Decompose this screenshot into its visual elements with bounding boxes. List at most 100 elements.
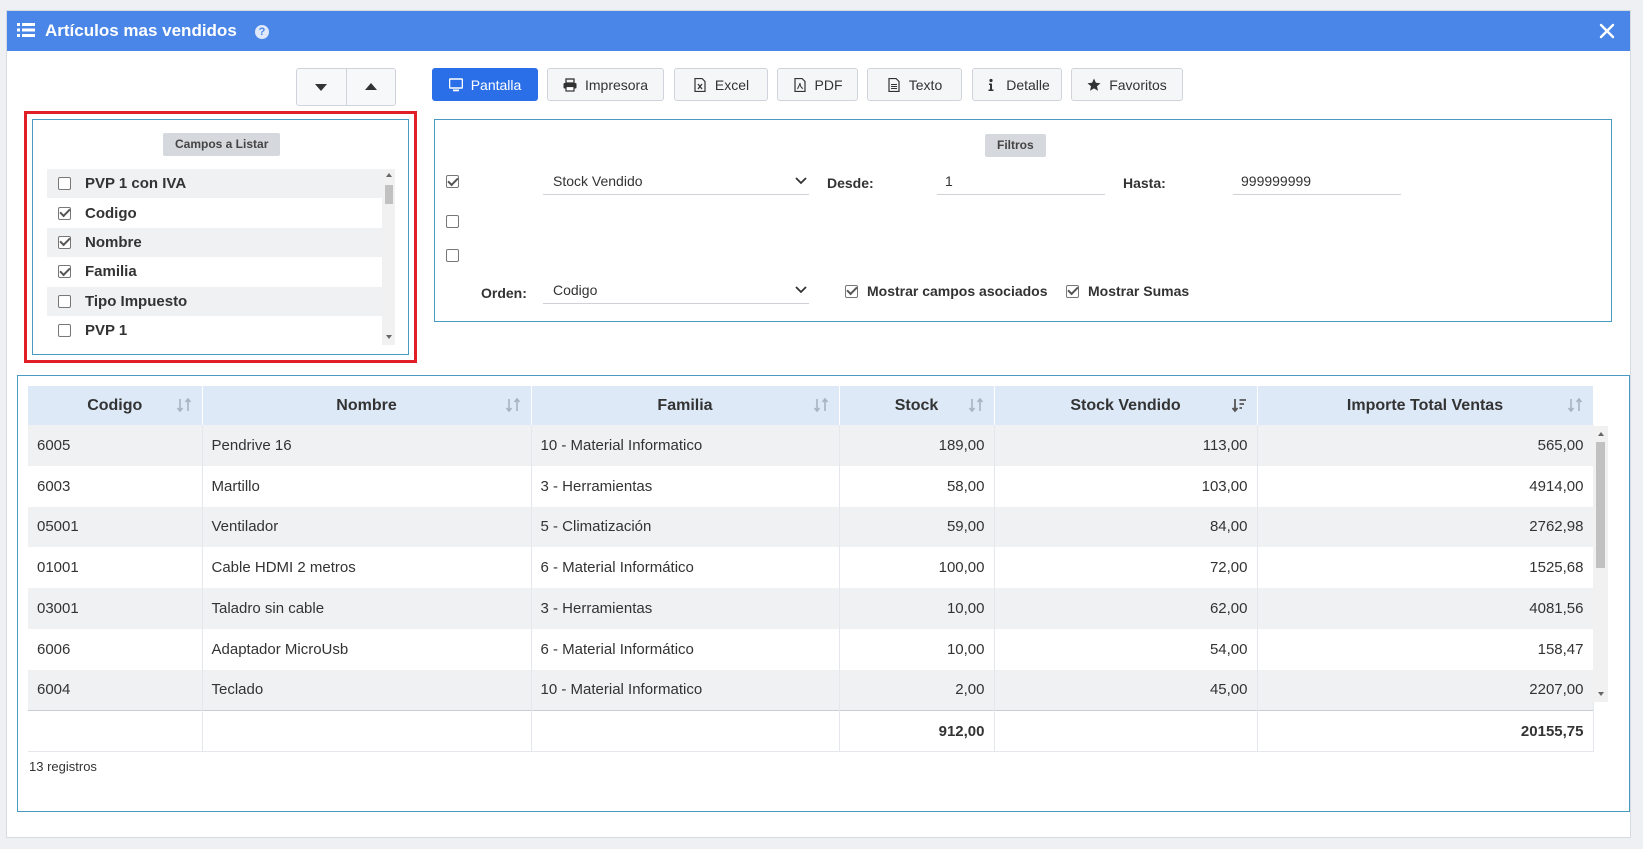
hasta-input[interactable]: 999999999 [1233, 167, 1401, 195]
cell-importe: 4914,00 [1257, 465, 1594, 507]
scrollbar-thumb[interactable] [1596, 442, 1605, 568]
table-row[interactable]: 6006 Adaptador MicroUsb 6 - Material Inf… [28, 628, 1594, 670]
excel-label: Excel [714, 76, 750, 93]
table-row[interactable]: 6004 Teclado 10 - Material Informatico 2… [28, 669, 1594, 711]
mostrar-campos-checkbox[interactable] [845, 284, 858, 298]
close-icon[interactable] [1595, 19, 1619, 43]
filter-3-checkbox[interactable] [446, 249, 459, 262]
sort-icon[interactable] [968, 397, 984, 413]
mostrar-campos-label: Mostrar campos asociados [867, 283, 1048, 299]
total-cell-nombre [202, 710, 532, 753]
pdf-label: PDF [814, 76, 843, 93]
texto-button[interactable]: Texto [867, 68, 962, 101]
column-header-stock-vendido[interactable]: Stock Vendido [994, 386, 1258, 425]
monitor-icon [448, 77, 463, 91]
column-header-codigo[interactable]: Codigo [28, 386, 203, 425]
impresora-button[interactable]: Impresora [547, 68, 664, 101]
results-table: Codigo Nombre Familia Stock Stock Vendid… [28, 386, 1594, 753]
filter-field-select[interactable]: Stock Vendido [543, 167, 809, 195]
table-row[interactable]: 01001 Cable HDMI 2 metros 6 - Material I… [28, 547, 1594, 589]
cell-stock: 2,00 [839, 669, 995, 711]
field-item-label: Nombre [85, 233, 142, 251]
scroll-down-arrow-icon[interactable] [385, 335, 392, 339]
sort-icon[interactable] [813, 397, 829, 413]
excel-icon [694, 77, 706, 92]
table-row[interactable]: 03001 Taladro sin cable 3 - Herramientas… [28, 588, 1594, 629]
pdf-button[interactable]: PDF [777, 68, 858, 101]
mostrar-campos-option[interactable]: Mostrar campos asociados [845, 283, 1048, 299]
sort-icon[interactable] [1567, 397, 1583, 413]
orden-select[interactable]: Codigo [543, 276, 809, 304]
excel-button[interactable]: Excel [674, 68, 768, 101]
favoritos-button[interactable]: Favoritos [1071, 68, 1183, 101]
sort-icon[interactable] [505, 397, 521, 413]
sort-descending-icon[interactable] [1231, 397, 1247, 413]
field-checkbox[interactable] [58, 324, 71, 338]
scrollbar-thumb[interactable] [385, 185, 393, 204]
filter-field-value: Stock Vendido [553, 172, 643, 189]
table-row[interactable]: 6005 Pendrive 16 10 - Material Informati… [28, 425, 1594, 466]
filter-2-checkbox[interactable] [446, 215, 459, 228]
pantalla-label: Pantalla [470, 76, 522, 93]
fields-scrollbar[interactable] [382, 169, 395, 345]
field-item-codigo[interactable]: Codigo [47, 198, 382, 227]
caret-up-icon [364, 83, 377, 90]
cell-familia: 5 - Climatización [531, 506, 840, 548]
mostrar-sumas-label: Mostrar Sumas [1088, 283, 1190, 299]
caret-down-icon [315, 84, 328, 91]
cell-stock: 10,00 [839, 628, 995, 670]
texto-label: Texto [908, 76, 943, 93]
cell-codigo: 6003 [28, 465, 203, 507]
field-item-familia[interactable]: Familia [47, 257, 382, 286]
title-bar: Artículos mas vendidos ? [7, 11, 1630, 51]
detalle-button[interactable]: Detalle [972, 68, 1062, 101]
sort-icon[interactable] [176, 397, 192, 413]
total-cell-stock-vendido [994, 710, 1258, 753]
cell-stock: 100,00 [839, 547, 995, 589]
column-header-familia[interactable]: Familia [531, 386, 840, 425]
cell-stock-vendido: 113,00 [994, 425, 1258, 466]
hasta-label: Hasta: [1123, 175, 1166, 191]
cell-familia: 10 - Material Informatico [531, 425, 840, 466]
filter-1-checkbox[interactable] [446, 175, 459, 188]
grid-scrollbar[interactable] [1593, 426, 1608, 702]
column-header-nombre[interactable]: Nombre [202, 386, 532, 425]
cell-stock-vendido: 54,00 [994, 628, 1258, 670]
sort-arrow-group [296, 68, 396, 106]
cell-stock-vendido: 45,00 [994, 669, 1258, 711]
mostrar-sumas-option[interactable]: Mostrar Sumas [1066, 283, 1189, 299]
scroll-down-arrow-icon[interactable] [1597, 692, 1604, 696]
field-item-tipo-impuesto[interactable]: Tipo Impuesto [47, 286, 382, 316]
scroll-up-arrow-icon[interactable] [1597, 432, 1604, 436]
field-checkbox[interactable] [58, 294, 71, 308]
move-up-button[interactable] [345, 69, 396, 105]
field-item-pvp1-con-iva[interactable]: PVP 1 con IVA [47, 169, 382, 199]
field-item-nombre[interactable]: Nombre [47, 227, 382, 258]
field-checkbox[interactable] [58, 206, 71, 220]
field-checkbox[interactable] [58, 235, 71, 249]
column-header-importe-total-ventas[interactable]: Importe Total Ventas [1257, 386, 1594, 425]
field-item-pvp1[interactable]: PVP 1 [47, 316, 382, 345]
filters-title: Filtros [985, 134, 1046, 157]
record-count: 13 registros [29, 759, 97, 774]
star-icon [1087, 78, 1101, 91]
help-icon[interactable]: ? [255, 25, 269, 39]
cell-familia: 6 - Material Informático [531, 628, 840, 670]
table-row[interactable]: 05001 Ventilador 5 - Climatización 59,00… [28, 506, 1594, 548]
field-item-label: Tipo Impuesto [85, 292, 188, 310]
pantalla-button[interactable]: Pantalla [432, 68, 538, 101]
field-checkbox[interactable] [58, 265, 71, 279]
column-header-stock[interactable]: Stock [839, 386, 995, 425]
table-row[interactable]: 6003 Martillo 3 - Herramientas 58,00 103… [28, 465, 1594, 507]
mostrar-sumas-checkbox[interactable] [1066, 284, 1079, 298]
cell-stock-vendido: 62,00 [994, 588, 1258, 629]
cell-nombre: Adaptador MicroUsb [202, 628, 532, 670]
cell-codigo: 03001 [28, 588, 203, 629]
cell-familia: 3 - Herramientas [531, 465, 840, 507]
field-checkbox[interactable] [58, 177, 71, 191]
desde-input[interactable]: 1 [937, 167, 1105, 195]
field-item-label: Codigo [85, 204, 137, 222]
cell-importe: 4081,56 [1257, 588, 1594, 629]
move-down-button[interactable] [297, 69, 346, 105]
scroll-up-arrow-icon[interactable] [385, 173, 392, 177]
